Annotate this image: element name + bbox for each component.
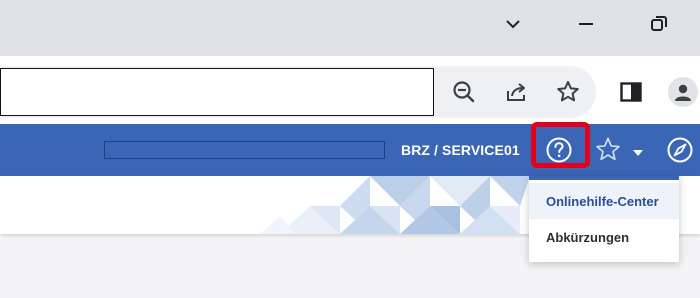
avatar [668,77,698,107]
side-panel-button[interactable] [614,75,648,109]
bookmark-star-icon [557,81,579,102]
bookmark-button[interactable] [551,75,585,109]
minimize-button[interactable] [566,8,606,40]
profile-icon [675,84,691,101]
chevron-down-icon [506,20,520,29]
favorite-button[interactable] [592,134,624,166]
navigator-button[interactable] [664,134,696,166]
header-search-field[interactable] [104,141,385,159]
compass-icon [667,137,693,163]
zoom-out-icon [453,81,475,103]
help-icon [546,137,572,163]
menu-item-online-help-center[interactable]: Onlinehilfe-Center [529,183,679,219]
user-context-label: BRZ / SERVICE01 [401,142,520,158]
share-icon [507,83,525,101]
help-button[interactable] [541,132,577,168]
profile-button[interactable] [666,75,700,109]
favorite-star-icon [596,137,620,161]
restore-button[interactable] [639,8,679,40]
restore-icon [651,16,667,31]
zoom-out-button[interactable] [447,75,481,109]
caret-down-icon [633,150,643,156]
minimize-icon [579,23,593,25]
menu-item-abbreviations[interactable]: Abkürzungen [529,219,679,255]
browser-toolbar [0,56,700,124]
dropdown-accent-bar [529,176,679,180]
tab-search-button[interactable] [493,8,533,40]
side-panel-icon [620,82,642,102]
favorites-dropdown-toggle[interactable] [630,146,646,160]
browser-titlebar [0,0,700,56]
address-field[interactable] [0,68,434,116]
share-button[interactable] [500,75,534,109]
help-dropdown-menu: Onlinehilfe-Center Abkürzungen [529,176,679,262]
page: BRZ / SERVICE01 Onlinehilfe-Center Abkür… [0,0,700,298]
